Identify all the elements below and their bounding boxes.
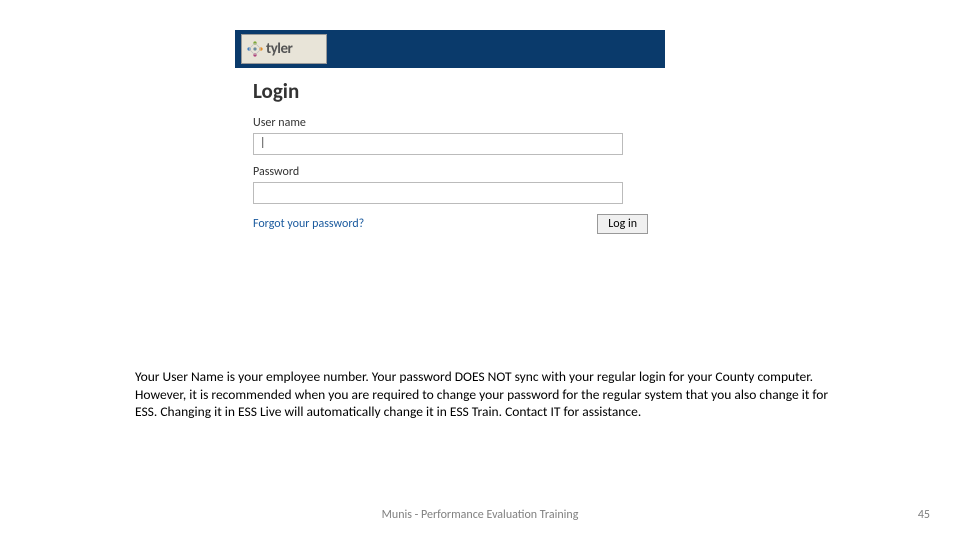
logo-dots-icon: [246, 40, 264, 58]
tyler-logo: tyler: [241, 34, 327, 64]
action-row: Forgot your password? Log in: [253, 214, 648, 234]
footer-title: Munis - Performance Evaluation Training: [0, 508, 960, 522]
password-label: Password: [253, 165, 647, 179]
instruction-text: Your User Name is your employee number. …: [135, 368, 845, 421]
password-group: Password: [253, 165, 647, 204]
username-group: User name |: [253, 116, 647, 155]
page-number: 45: [918, 508, 930, 522]
login-title: Login: [253, 78, 647, 104]
username-input[interactable]: |: [253, 133, 623, 155]
login-panel: tyler Login User name | Password Forgot …: [235, 30, 665, 234]
login-body: Login User name | Password Forgot your p…: [235, 68, 665, 234]
forgot-password-link[interactable]: Forgot your password?: [253, 217, 364, 231]
logo-text: tyler: [266, 40, 292, 58]
password-input[interactable]: [253, 182, 623, 204]
username-label: User name: [253, 116, 647, 130]
header-bar: tyler: [235, 30, 665, 68]
login-button[interactable]: Log in: [597, 214, 648, 234]
